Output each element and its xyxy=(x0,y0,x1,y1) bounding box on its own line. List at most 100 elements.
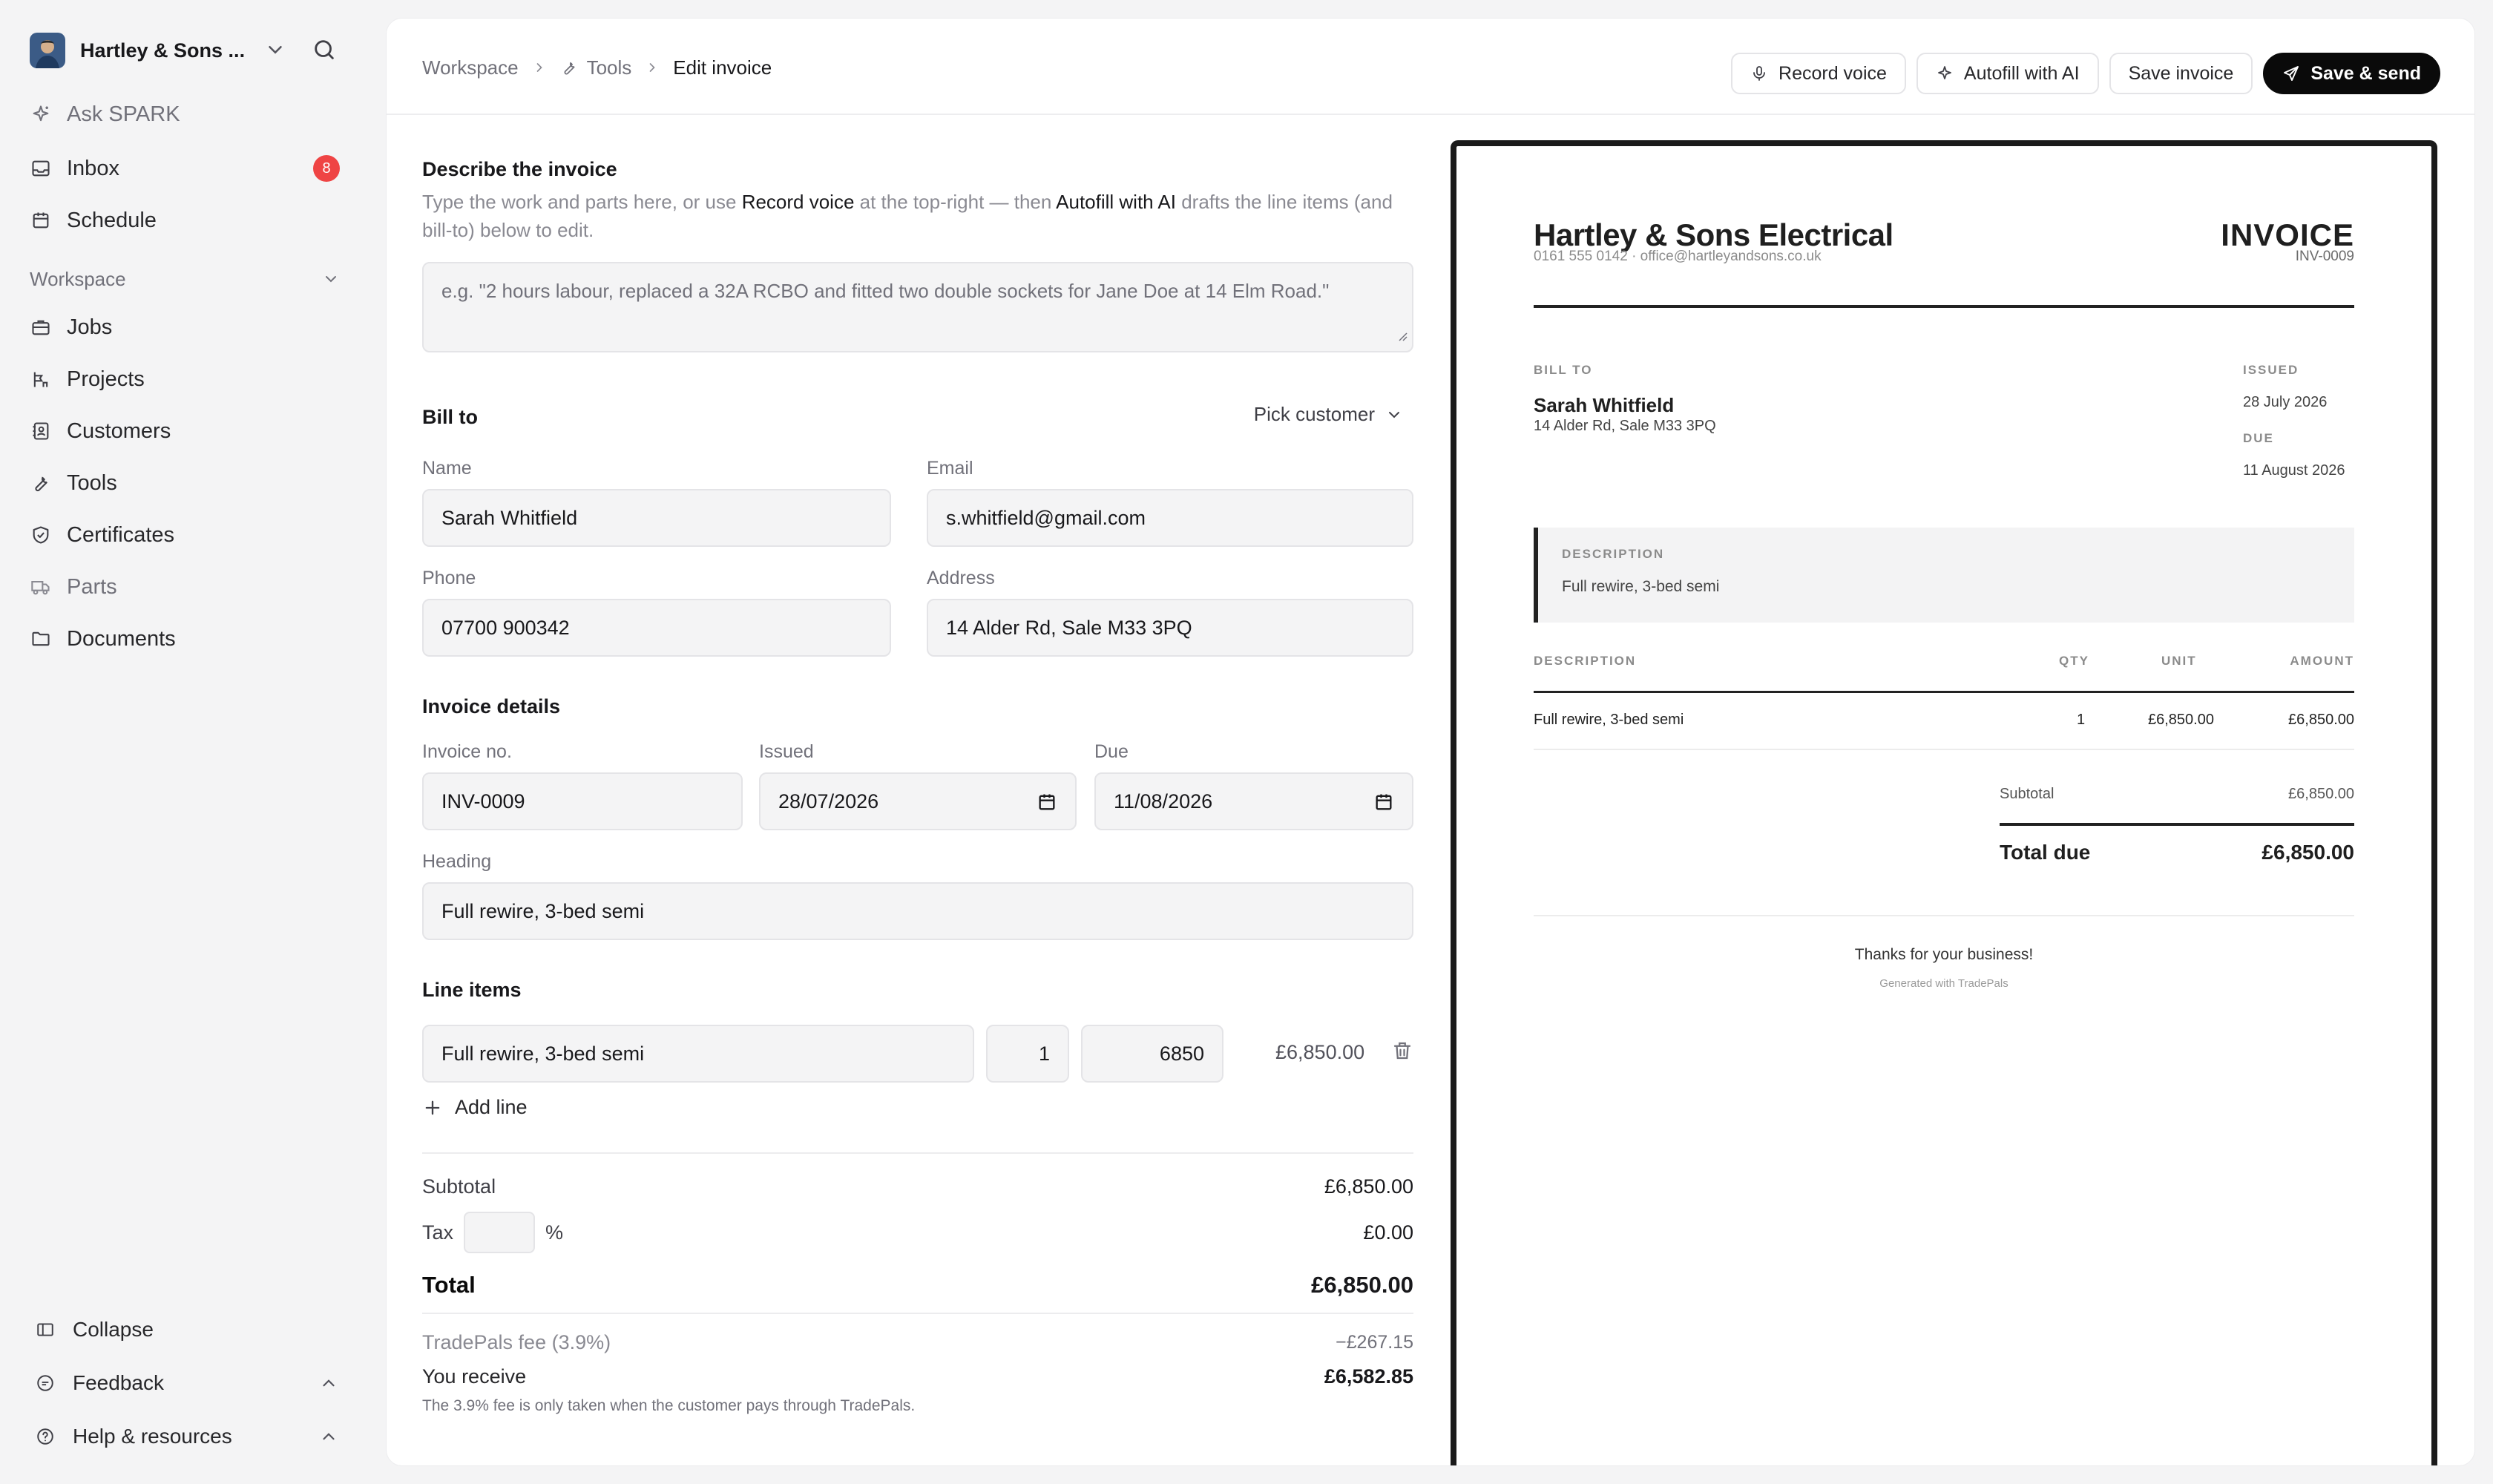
divider xyxy=(422,1313,1413,1314)
projects-icon xyxy=(30,368,52,390)
preview-bill-to-caption: BILL TO xyxy=(1534,363,1593,377)
receive-row: You receive £6,582.85 xyxy=(422,1362,1413,1391)
line-qty-field[interactable]: 1 xyxy=(986,1025,1069,1083)
save-send-button[interactable]: Save & send xyxy=(2263,53,2440,94)
pick-customer-label: Pick customer xyxy=(1253,403,1375,425)
main-panel: Workspace Tools Edit invoice Record voic… xyxy=(386,18,2475,1466)
help-text: at the top-right — then xyxy=(854,191,1057,213)
nav-label: Ask SPARK xyxy=(67,102,180,126)
breadcrumb-current: Edit invoice xyxy=(673,56,772,79)
name-field[interactable]: Sarah Whitfield xyxy=(422,489,891,547)
nav-certificates[interactable]: Certificates xyxy=(30,514,341,556)
preview-invoice-number: INV-0009 xyxy=(2295,249,2354,264)
breadcrumb-workspace[interactable]: Workspace xyxy=(422,56,519,79)
address-field[interactable]: 14 Alder Rd, Sale M33 3PQ xyxy=(927,599,1413,657)
chevron-down-icon[interactable] xyxy=(264,39,286,65)
message-icon xyxy=(34,1372,56,1394)
nav-projects[interactable]: Projects xyxy=(30,358,341,400)
email-label: Email xyxy=(927,458,973,479)
line-amount: £6,850.00 xyxy=(1275,1041,1365,1063)
describe-textarea[interactable]: e.g. "2 hours labour, replaced a 32A RCB… xyxy=(422,262,1413,352)
top-bar: Workspace Tools Edit invoice Record voic… xyxy=(387,19,2474,115)
preview-row-description: Full rewire, 3-bed semi xyxy=(1534,712,1684,728)
preview-customer-address: 14 Alder Rd, Sale M33 3PQ xyxy=(1534,418,1716,434)
calendar-icon[interactable] xyxy=(1373,792,1394,818)
contacts-icon xyxy=(30,420,52,442)
nav-customers[interactable]: Customers xyxy=(30,410,341,452)
preview-thanks: Thanks for your business! xyxy=(1854,946,2034,963)
tax-control: Tax % xyxy=(422,1212,563,1253)
nav-tools[interactable]: Tools xyxy=(30,462,341,504)
pick-customer-dropdown[interactable]: Pick customer xyxy=(1254,403,1403,426)
due-date-field[interactable]: 11/08/2026 xyxy=(1094,772,1413,830)
due-date-value: 11/08/2026 xyxy=(1114,789,1213,812)
send-icon xyxy=(2282,65,2300,82)
autofill-ai-button[interactable]: Autofill with AI xyxy=(1916,53,2099,94)
name-label: Name xyxy=(422,458,472,479)
preview-footer-rule xyxy=(1534,915,2354,916)
phone-field[interactable]: 07700 900342 xyxy=(422,599,891,657)
preview-row-qty: 1 xyxy=(2077,712,2086,728)
preview-business-name: Hartley & Sons Electrical xyxy=(1534,217,1893,252)
calendar-icon[interactable] xyxy=(1037,792,1057,818)
preview-col-unit: UNIT xyxy=(2161,654,2197,668)
trash-icon[interactable] xyxy=(1391,1040,1413,1066)
add-line-button[interactable]: Add line xyxy=(422,1096,528,1119)
folder-icon xyxy=(30,628,52,650)
workspace-section-toggle[interactable]: Workspace xyxy=(30,263,341,295)
org-avatar xyxy=(30,33,65,68)
save-invoice-button[interactable]: Save invoice xyxy=(2109,53,2253,94)
issued-date-field[interactable]: 28/07/2026 xyxy=(759,772,1077,830)
section-label: Workspace xyxy=(30,267,126,290)
org-switcher[interactable]: Hartley & Sons ... xyxy=(30,31,341,70)
fee-label: TradePals fee (3.9%) xyxy=(422,1330,611,1353)
heading-label: Heading xyxy=(422,851,492,872)
preview-subtotal-label: Subtotal xyxy=(2000,786,2054,802)
sparkle-icon xyxy=(30,103,52,125)
nav-label: Projects xyxy=(67,367,145,391)
due-label: Due xyxy=(1094,741,1129,762)
preview-invoice-title: INVOICE xyxy=(2221,217,2354,252)
preview-total-label: Total due xyxy=(2000,841,2091,864)
chevron-down-icon xyxy=(1385,406,1403,424)
invoice-number-field[interactable]: INV-0009 xyxy=(422,772,743,830)
preview-col-description: DESCRIPTION xyxy=(1534,654,1637,668)
email-field[interactable]: s.whitfield@gmail.com xyxy=(927,489,1413,547)
feedback-menu[interactable]: Feedback xyxy=(34,1364,338,1402)
breadcrumb: Workspace Tools Edit invoice xyxy=(422,53,772,82)
breadcrumb-tools[interactable]: Tools xyxy=(587,56,632,79)
tax-percent-sign: % xyxy=(545,1221,564,1244)
shield-check-icon xyxy=(30,524,52,546)
nav-schedule[interactable]: Schedule xyxy=(30,200,341,241)
nav-label: Tools xyxy=(67,470,117,495)
describe-title: Describe the invoice xyxy=(422,158,617,180)
line-unit-price-field[interactable]: 6850 xyxy=(1081,1025,1223,1083)
nav-parts[interactable]: Parts xyxy=(30,566,341,608)
subtotal-value: £6,850.00 xyxy=(1324,1175,1413,1198)
nav-inbox[interactable]: Inbox 8 xyxy=(30,148,341,189)
tax-row: Tax % £0.00 xyxy=(422,1210,1413,1255)
nav-label: Parts xyxy=(67,574,117,599)
search-icon[interactable] xyxy=(312,37,337,66)
preview-row-amount: £6,850.00 xyxy=(2288,712,2354,728)
tax-rate-input[interactable] xyxy=(464,1212,536,1253)
describe-help: Type the work and parts here, or use Rec… xyxy=(422,188,1413,244)
preview-col-qty: QTY xyxy=(2059,654,2089,668)
record-voice-button[interactable]: Record voice xyxy=(1731,53,1906,94)
resize-grip-icon[interactable] xyxy=(1396,324,1408,347)
help-menu[interactable]: Help & resources xyxy=(34,1417,338,1456)
heading-field[interactable]: Full rewire, 3-bed semi xyxy=(422,882,1413,940)
chevron-up-icon xyxy=(319,1373,338,1398)
total-value: £6,850.00 xyxy=(1311,1272,1413,1298)
collapse-sidebar-button[interactable]: Collapse xyxy=(34,1310,338,1349)
invoice-number-label: Invoice no. xyxy=(422,741,512,762)
microphone-icon xyxy=(1750,65,1768,82)
nav-ask-spark[interactable]: Ask SPARK xyxy=(30,93,341,135)
bill-to-title: Bill to xyxy=(422,406,478,428)
nav-jobs[interactable]: Jobs xyxy=(30,306,341,348)
invoice-details-title: Invoice details xyxy=(422,695,561,718)
collapse-label: Collapse xyxy=(73,1318,154,1341)
add-line-label: Add line xyxy=(455,1096,528,1118)
line-description-field[interactable]: Full rewire, 3-bed semi xyxy=(422,1025,974,1083)
nav-documents[interactable]: Documents xyxy=(30,618,341,660)
